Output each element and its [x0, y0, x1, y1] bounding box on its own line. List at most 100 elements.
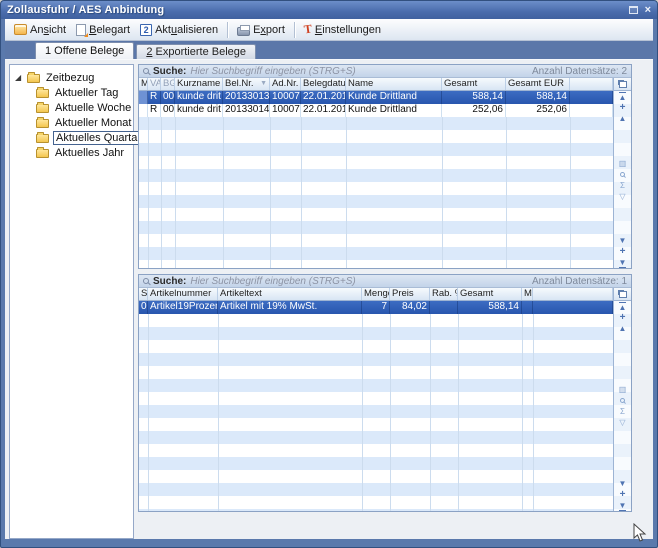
tab-offene-belege[interactable]: 1 Offene Belege — [35, 42, 134, 59]
col-header-filler — [533, 288, 613, 300]
col-header-s[interactable]: S — [139, 288, 148, 300]
scroll-up-button[interactable]: ▲ — [614, 113, 631, 124]
filter-tool-button[interactable]: ▽ — [614, 417, 631, 428]
col-header-name[interactable]: Name — [346, 78, 442, 90]
sort-desc-icon: ▼ — [260, 78, 267, 90]
search-placeholder: Hier Suchbegriff eingeben (STRG+S) — [190, 276, 355, 287]
scroll-up-button[interactable]: ▲ — [614, 323, 631, 334]
sum-tool-button[interactable]: Σ — [614, 180, 631, 191]
row-append-button[interactable]: + — [614, 246, 631, 257]
scroll-to-bottom-button[interactable]: ▼ — [614, 257, 631, 268]
client-area: Ansicht Belegart 2 Aktualisieren Export … — [5, 19, 653, 539]
tree-item-aktueller-tag[interactable]: Aktueller Tag — [10, 85, 133, 100]
col-header-artikeltext[interactable]: Artikeltext — [218, 288, 362, 300]
col-header-adnr[interactable]: Ad.Nr. — [270, 78, 301, 90]
document-icon — [76, 24, 86, 36]
col-header-bg[interactable]: BG — [161, 78, 175, 90]
export-printer-icon — [237, 27, 250, 36]
col-header-rab[interactable]: Rab. % — [430, 288, 458, 300]
scroll-down-button[interactable]: ▼ — [614, 478, 631, 489]
col-header-artikelnummer[interactable]: Artikelnummer — [148, 288, 218, 300]
documents-search-bar[interactable]: Suche: Hier Suchbegriff eingeben (STRG+S… — [139, 65, 631, 78]
folder-icon — [36, 89, 49, 98]
col-header-menge[interactable]: Menge — [362, 288, 390, 300]
toolbar: Ansicht Belegart 2 Aktualisieren Export … — [5, 19, 653, 41]
toolbar-separator — [227, 22, 228, 38]
items-grid-sidebar: ▲ + ▲ ▥ Σ ▽ ▼ + ▼ — [613, 288, 631, 511]
col-header-preis[interactable]: Preis — [390, 288, 430, 300]
einstellungen-button[interactable]: T Einstellungen — [299, 20, 386, 39]
documents-grid-empty-area — [139, 117, 613, 268]
time-filter-tree: ◢ Zeitbezug Aktueller Tag Aktuelle Woche… — [9, 64, 134, 539]
column-chooser-button[interactable] — [614, 288, 631, 301]
magnifier-icon — [620, 398, 625, 403]
search-placeholder: Hier Suchbegriff eingeben (STRG+S) — [190, 66, 355, 77]
item-row-selected[interactable]: 0 Artikel19Prozent Artikel mit 19% MwSt.… — [139, 301, 613, 314]
col-header-filler — [570, 78, 613, 90]
ansicht-button[interactable]: Ansicht — [9, 22, 71, 38]
export-button[interactable]: Export — [232, 22, 290, 38]
document-row-selected[interactable]: R 00 kunde drit 20133013 10007 22.01.201… — [139, 91, 613, 104]
restore-icon[interactable] — [629, 6, 638, 14]
tree-item-label: Aktuelles Jahr — [53, 147, 126, 159]
tree-item-aktuelles-quartal[interactable]: Aktuelles Quartal — [10, 130, 133, 145]
scroll-down-button[interactable]: ▼ — [614, 235, 631, 246]
col-header-kurzname[interactable]: Kurzname — [175, 78, 223, 90]
column-chooser-icon — [619, 291, 627, 298]
column-chooser-button[interactable] — [614, 78, 631, 91]
scroll-to-bottom-button[interactable]: ▼ — [614, 500, 631, 511]
tree-item-label: Aktueller Monat — [53, 117, 133, 129]
row-append-button[interactable]: + — [614, 489, 631, 500]
folder-open-icon — [36, 134, 49, 143]
tree-item-aktuelle-woche[interactable]: Aktuelle Woche — [10, 100, 133, 115]
documents-grid: Suche: Hier Suchbegriff eingeben (STRG+S… — [138, 64, 632, 269]
col-header-gesamt[interactable]: Gesamt — [458, 288, 522, 300]
tree-item-aktuelles-jahr[interactable]: Aktuelles Jahr — [10, 145, 133, 160]
sum-tool-button[interactable]: Σ — [614, 406, 631, 417]
col-header-m[interactable]: M — [522, 288, 533, 300]
col-header-belegdatum[interactable]: Belegdatum — [301, 78, 346, 90]
view-icon — [14, 24, 27, 35]
filter-tool-button[interactable]: ▽ — [614, 191, 631, 202]
aktualisieren-button[interactable]: 2 Aktualisieren — [135, 22, 223, 38]
tree-item-label: Aktueller Tag — [53, 87, 120, 99]
tab-strip: 1 Offene Belege 2 Exportierte Belege — [5, 41, 653, 59]
col-header-va[interactable]: VA — [148, 78, 161, 90]
col-header-gesamt-eur[interactable]: Gesamt EUR — [506, 78, 570, 90]
scroll-to-top-button[interactable]: ▲ — [614, 301, 631, 312]
documents-grid-sidebar: ▲ + ▲ ▥ Σ ▽ ▼ + ▼ — [613, 78, 631, 268]
tree-item-aktueller-monat[interactable]: Aktueller Monat — [10, 115, 133, 130]
items-grid-empty-area — [139, 314, 613, 511]
layout-icon[interactable]: ▥ — [614, 384, 631, 395]
tree-item-label: Aktuelle Woche — [53, 102, 133, 114]
col-header-belnr[interactable]: Bel.Nr.▼ — [223, 78, 270, 90]
search-tool-button[interactable] — [614, 169, 631, 180]
col-header-gesamt[interactable]: Gesamt — [442, 78, 506, 90]
belegart-button[interactable]: Belegart — [71, 22, 135, 38]
layout-icon[interactable]: ▥ — [614, 158, 631, 169]
folder-icon — [36, 149, 49, 158]
search-tool-button[interactable] — [614, 395, 631, 406]
tree-root-zeitbezug[interactable]: ◢ Zeitbezug — [10, 70, 133, 85]
scroll-to-top-button[interactable]: ▲ — [614, 91, 631, 102]
items-search-bar[interactable]: Suche: Hier Suchbegriff eingeben (STRG+S… — [139, 275, 631, 288]
row-insert-button[interactable]: + — [614, 312, 631, 323]
belegart-label: Belegart — [89, 24, 130, 36]
export-label: Export — [253, 24, 285, 36]
app-window: Zollausfuhr / AES Anbindung × Ansicht Be… — [0, 0, 658, 548]
titlebar: Zollausfuhr / AES Anbindung × — [1, 1, 657, 19]
close-icon[interactable]: × — [645, 5, 651, 15]
documents-header-row: M VA BG Kurzname Bel.Nr.▼ Ad.Nr. Belegda… — [139, 78, 613, 91]
items-header-row: S Artikelnummer Artikeltext Menge Preis … — [139, 288, 613, 301]
folder-icon — [27, 74, 40, 83]
folder-icon — [36, 119, 49, 128]
mouse-cursor — [633, 523, 647, 543]
tab-exportierte-belege[interactable]: 2 Exportierte Belege — [136, 44, 256, 59]
row-insert-button[interactable]: + — [614, 102, 631, 113]
search-label: Suche: — [153, 276, 186, 287]
col-header-m[interactable]: M — [139, 78, 148, 90]
expander-icon[interactable]: ◢ — [15, 74, 23, 82]
magnifier-icon — [620, 172, 625, 177]
document-row[interactable]: R 00 kunde drit 20133014 10007 22.01.201… — [139, 104, 613, 117]
tree-root-label: Zeitbezug — [44, 72, 96, 84]
